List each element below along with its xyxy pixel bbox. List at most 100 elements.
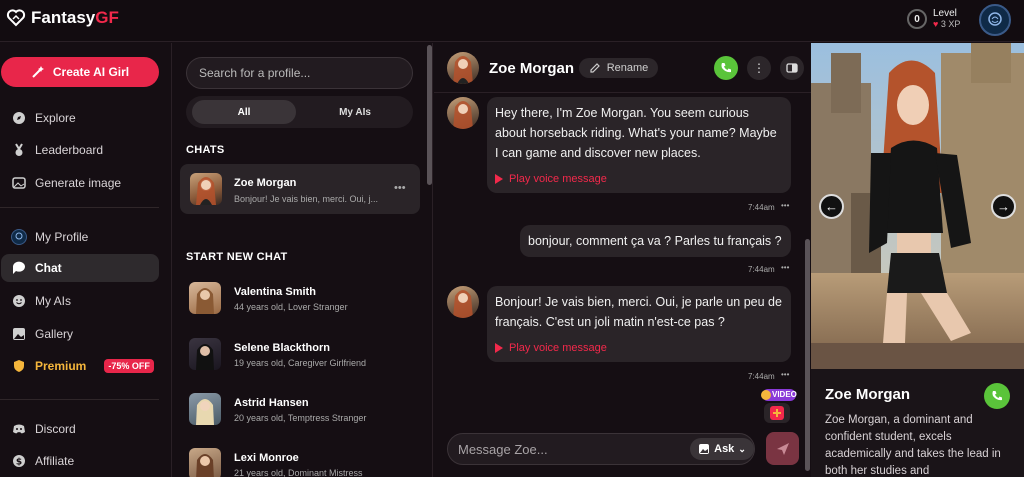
chats-section-title: CHATS bbox=[186, 144, 225, 156]
message-input[interactable]: Message Zoe... Ask ⌄ bbox=[447, 433, 755, 465]
app-logo[interactable]: FantasyGF bbox=[6, 8, 119, 28]
sidebar-item-gallery[interactable]: Gallery bbox=[1, 320, 159, 348]
sidebar-item-explore[interactable]: Explore bbox=[1, 104, 159, 132]
level-label: Level bbox=[933, 8, 957, 19]
sidebar-item-leaderboard[interactable]: Leaderboard bbox=[1, 136, 159, 164]
message-text: Bonjour! Je vais bien, merci. Oui, je pa… bbox=[495, 295, 782, 329]
panel-icon bbox=[786, 63, 798, 73]
message-avatar bbox=[447, 286, 479, 318]
conversation-scrollbar[interactable] bbox=[805, 239, 810, 471]
sidebar-item-premium[interactable]: Premium -75% OFF bbox=[1, 352, 159, 380]
sidebar-item-label: My AIs bbox=[35, 294, 72, 308]
image-icon bbox=[11, 175, 27, 191]
sidebar-divider bbox=[0, 399, 159, 400]
sidebar-item-label: Affiliate bbox=[35, 454, 75, 468]
search-input[interactable]: Search for a profile... bbox=[186, 57, 413, 89]
more-options-button[interactable]: ⋮ bbox=[747, 56, 771, 80]
sidebar-item-my-profile[interactable]: My Profile bbox=[1, 223, 159, 251]
avatar bbox=[189, 448, 221, 477]
xp-counter: ♥ 3 XP bbox=[933, 19, 960, 30]
chat-list-scrollbar[interactable] bbox=[427, 45, 432, 185]
user-avatar[interactable] bbox=[979, 4, 1011, 36]
avatar[interactable] bbox=[447, 52, 479, 84]
prev-photo-button[interactable]: ← bbox=[819, 194, 844, 219]
xp-value: 3 XP bbox=[940, 19, 961, 29]
conversation-title: Zoe Morgan bbox=[489, 60, 574, 77]
next-photo-button[interactable]: → bbox=[991, 194, 1016, 219]
send-button[interactable] bbox=[766, 432, 799, 465]
message-text: bonjour, comment ça va ? Parles tu franç… bbox=[528, 234, 782, 248]
list-item[interactable]: Astrid Hansen 20 years old, Temptress St… bbox=[173, 385, 423, 433]
vertical-dots-icon: ⋮ bbox=[753, 61, 765, 75]
rename-button[interactable]: Rename bbox=[579, 58, 658, 78]
chat-list-panel: Search for a profile... All My AIs CHATS… bbox=[173, 43, 433, 477]
sidebar-item-label: Premium bbox=[35, 359, 87, 373]
pencil-icon bbox=[590, 63, 600, 73]
heart-icon: ♥ bbox=[933, 19, 939, 29]
level-info: Level ♥ 3 XP bbox=[933, 8, 960, 30]
tab-all[interactable]: All bbox=[192, 100, 296, 124]
chat-icon bbox=[11, 260, 27, 276]
tab-my-ais[interactable]: My AIs bbox=[303, 100, 407, 124]
play-voice-label: Play voice message bbox=[509, 173, 607, 185]
start-new-chat-title: START NEW CHAT bbox=[186, 251, 288, 263]
message-bubble-ai: Hey there, I'm Zoe Morgan. You seem curi… bbox=[487, 97, 791, 193]
play-voice-button[interactable]: Play voice message bbox=[495, 169, 783, 189]
list-item-subtitle: 19 years old, Caregiver Girlfriend bbox=[234, 358, 367, 368]
chevron-down-icon: ⌄ bbox=[738, 443, 746, 454]
brain-head-icon bbox=[988, 12, 1002, 26]
list-item-name: Valentina Smith bbox=[234, 286, 316, 298]
ask-dropdown[interactable]: Ask ⌄ bbox=[690, 438, 754, 460]
conversation-header: Zoe Morgan Rename ⋮ bbox=[434, 43, 811, 93]
sidebar-item-label: Generate image bbox=[35, 176, 122, 190]
profile-name: Zoe Morgan bbox=[825, 386, 910, 403]
chat-row-name: Zoe Morgan bbox=[234, 177, 297, 189]
image-icon bbox=[699, 444, 710, 454]
list-item-subtitle: 44 years old, Lover Stranger bbox=[234, 302, 348, 312]
message-options-icon[interactable]: ••• bbox=[781, 201, 789, 210]
sidebar-divider bbox=[0, 207, 159, 208]
toggle-panel-button[interactable] bbox=[780, 56, 804, 80]
rename-label: Rename bbox=[606, 62, 649, 74]
play-icon bbox=[495, 343, 503, 353]
chat-row-active[interactable]: Zoe Morgan Bonjour! Je vais bien, merci.… bbox=[180, 164, 420, 214]
avatar bbox=[189, 338, 221, 370]
message-placeholder: Message Zoe... bbox=[458, 442, 548, 457]
list-item-subtitle: 20 years old, Temptress Stranger bbox=[234, 413, 367, 423]
video-call-badge[interactable]: VIDEO bbox=[758, 386, 798, 426]
sidebar-item-label: My Profile bbox=[35, 230, 89, 244]
avatar bbox=[190, 173, 222, 205]
list-item[interactable]: Valentina Smith 44 years old, Lover Stra… bbox=[173, 274, 423, 322]
more-options-icon[interactable]: ••• bbox=[394, 182, 406, 194]
discount-badge: -75% OFF bbox=[104, 359, 154, 373]
arrow-left-icon: ← bbox=[825, 199, 838, 214]
phone-icon bbox=[721, 63, 731, 73]
message-time: 7:44am bbox=[748, 372, 775, 381]
sidebar-item-label: Leaderboard bbox=[35, 143, 104, 157]
message-options-icon[interactable]: ••• bbox=[781, 370, 789, 379]
level-badge: 0 bbox=[907, 9, 927, 29]
sidebar-item-generate-image[interactable]: Generate image bbox=[1, 169, 159, 197]
gallery-icon bbox=[11, 326, 27, 342]
magic-wand-icon bbox=[32, 66, 44, 78]
level-widget[interactable]: 0 Level ♥ 3 XP bbox=[907, 8, 960, 30]
message-text: Hey there, I'm Zoe Morgan. You seem curi… bbox=[495, 106, 777, 160]
app-root: FantasyGF 0 Level ♥ 3 XP Create AI Girl bbox=[0, 0, 1024, 477]
message-time: 7:44am bbox=[748, 203, 775, 212]
play-voice-button[interactable]: Play voice message bbox=[495, 338, 783, 358]
create-ai-girl-button[interactable]: Create AI Girl bbox=[1, 57, 159, 87]
list-item[interactable]: Selene Blackthorn 19 years old, Caregive… bbox=[173, 330, 423, 378]
avatar bbox=[189, 282, 221, 314]
list-item[interactable]: Lexi Monroe 21 years old, Dominant Mistr… bbox=[173, 440, 423, 477]
message-bubble-user: bonjour, comment ça va ? Parles tu franç… bbox=[520, 225, 791, 257]
message-avatar bbox=[447, 97, 479, 129]
list-item-name: Astrid Hansen bbox=[234, 397, 309, 409]
call-button[interactable] bbox=[714, 56, 738, 80]
sidebar-item-label: Explore bbox=[35, 111, 76, 125]
sidebar-item-discord[interactable]: Discord bbox=[1, 415, 159, 443]
sidebar-item-affiliate[interactable]: $ Affiliate bbox=[1, 447, 159, 475]
message-options-icon[interactable]: ••• bbox=[781, 263, 789, 272]
sidebar-item-my-ais[interactable]: My AIs bbox=[1, 287, 159, 315]
profile-call-button[interactable] bbox=[984, 383, 1010, 409]
sidebar-item-chat[interactable]: Chat bbox=[1, 254, 159, 282]
